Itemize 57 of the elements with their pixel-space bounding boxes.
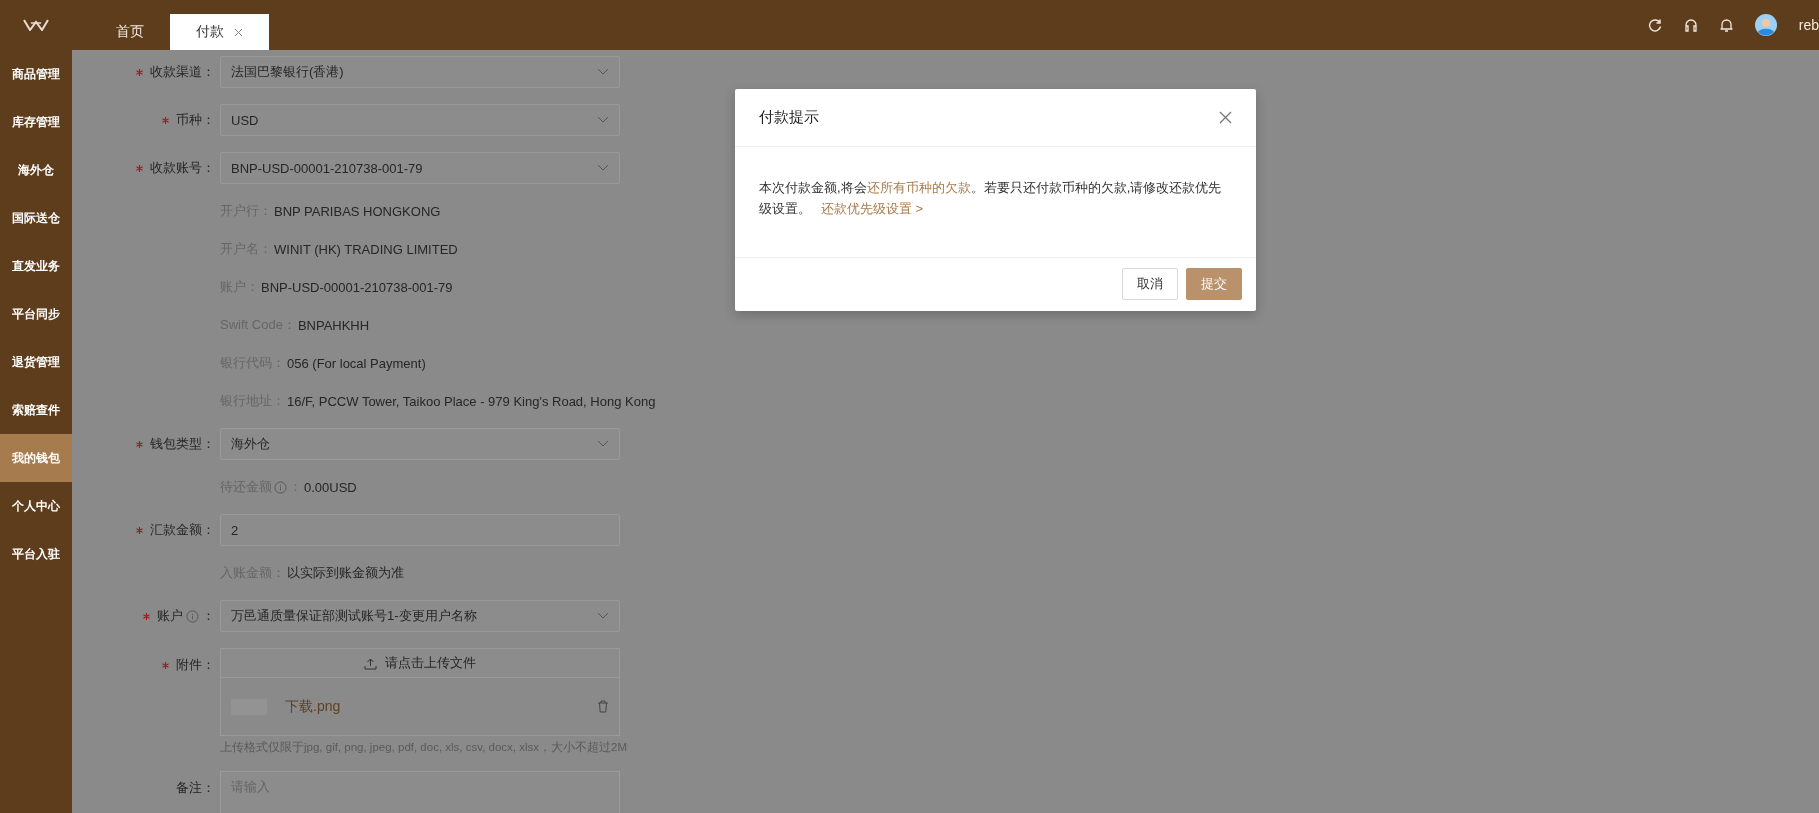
chevron-down-icon	[597, 68, 609, 76]
upload-button[interactable]: 请点击上传文件	[220, 648, 620, 678]
sidebar-item[interactable]: 平台同步	[0, 290, 72, 338]
select-field[interactable]: 法国巴黎银行(香港)	[220, 56, 620, 88]
select-field[interactable]: USD	[220, 104, 620, 136]
colon: ：	[289, 478, 302, 496]
sidebar-item[interactable]: 库存管理	[0, 98, 72, 146]
sidebar-item[interactable]: 直发业务	[0, 242, 72, 290]
field-label: 备注：	[176, 779, 215, 797]
upload-icon	[364, 656, 377, 670]
tab[interactable]: 首页	[90, 14, 170, 50]
user-name[interactable]: reb	[1798, 17, 1819, 33]
field-label: 钱包类型：	[150, 435, 215, 453]
dialog-title: 付款提示	[759, 108, 819, 127]
trash-icon[interactable]	[597, 700, 609, 713]
close-icon[interactable]	[234, 27, 243, 37]
bell-icon[interactable]	[1719, 17, 1733, 33]
colon: ：	[202, 607, 215, 625]
field-label: 收款账号：	[150, 159, 215, 177]
field-label: 附件：	[176, 656, 215, 674]
settings-link[interactable]: 还款优先级设置 >	[821, 201, 924, 216]
cancel-button[interactable]: 取消	[1122, 268, 1178, 300]
info-value: 0.00USD	[304, 479, 357, 495]
info-value: 以实际到账金额为准	[287, 564, 404, 582]
close-button[interactable]	[1219, 111, 1232, 124]
sidebar-item[interactable]: 我的钱包	[0, 434, 72, 482]
sidebar-item[interactable]: 退货管理	[0, 338, 72, 386]
headset-icon[interactable]	[1683, 18, 1698, 32]
field-label: 汇款金额：	[150, 521, 215, 539]
select-field[interactable]: 海外仓	[220, 428, 620, 460]
avatar-icon[interactable]	[1754, 14, 1777, 36]
refresh-icon[interactable]	[1647, 18, 1662, 32]
logo-icon	[23, 19, 49, 31]
info-value: BNPAHKHH	[297, 317, 370, 333]
info-value: BNP-USD-00001-210738-001-79	[261, 279, 453, 295]
field-label: 币种：	[176, 111, 215, 129]
sidebar-item[interactable]: 索赔查件	[0, 386, 72, 434]
tab[interactable]: 付款	[170, 14, 269, 50]
select-field[interactable]: BNP-USD-00001-210738-001-79	[220, 152, 620, 184]
info-value: 056 (For local Payment)	[287, 355, 426, 371]
sidebar-item[interactable]: 商品管理	[0, 50, 72, 98]
sidebar-item[interactable]: 平台入驻	[0, 530, 72, 578]
chevron-down-icon	[597, 164, 609, 172]
input-field[interactable]: 2	[220, 514, 620, 546]
info-value: 16/F, PCCW Tower, Taikoo Place - 979 King's Road, Hong Kong	[287, 393, 656, 409]
sidebar-item[interactable]: 个人中心	[0, 482, 72, 530]
sidebar-item[interactable]: 海外仓	[0, 146, 72, 194]
field-label: 收款渠道：	[150, 63, 215, 81]
chevron-down-icon	[597, 612, 609, 620]
sidebar-item[interactable]: 国际送仓	[0, 194, 72, 242]
dialog-message: 本次付款金额,将会还所有币种的欠款。若要只还付款币种的欠款,请修改还款优先级设置。 还款优先级设置 >	[759, 179, 1223, 218]
info-value: WINIT (HK) TRADING LIMITED	[274, 241, 458, 257]
select-field[interactable]: 万邑通质量保证部测试账号1-变更用户名称	[220, 600, 620, 632]
chevron-down-icon	[597, 440, 609, 448]
chevron-down-icon	[597, 116, 609, 124]
info-value: BNP PARIBAS HONGKONG	[274, 203, 441, 219]
field-label: 账户	[157, 607, 183, 625]
